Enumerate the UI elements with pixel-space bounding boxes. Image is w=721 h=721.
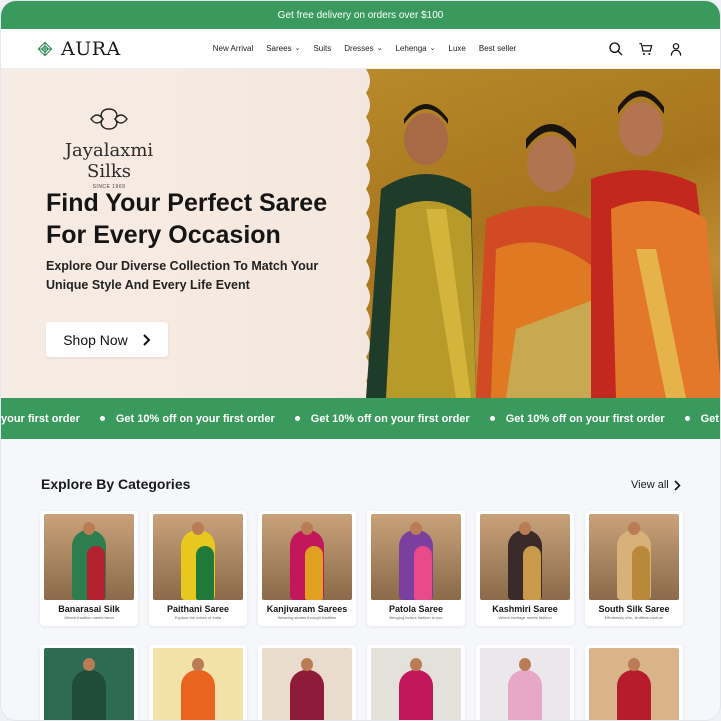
main-header: AURA New Arrival Sarees ⌄ Suits Dresses ⌄ … [1,29,720,69]
page-frame: Get free delivery on orders over $100 AU… [0,0,721,721]
category-card[interactable] [367,645,465,720]
categories-grid: Banarasai Silk Where tradition meets tren… [40,511,685,720]
menu-item-best-seller[interactable]: Best seller [479,44,516,53]
category-image [371,514,461,600]
hero-models-illustration [358,69,720,398]
category-tagline: Bringing India's fashion to you [389,615,443,620]
main-menu: New Arrival Sarees ⌄ Suits Dresses ⌄ Lehen… [213,44,516,53]
category-card[interactable]: Kanjivaram Sarees Weaving stories through… [258,511,356,626]
menu-item-lehenga[interactable]: Lehenga ⌄ [395,44,435,53]
hero-banner: Jayalaxmi Silks SINCE 1969 Find Your Per… [1,69,720,398]
menu-item-luxe[interactable]: Luxe [449,44,466,53]
marquee-item: Get 10% off on your first order [80,413,275,425]
category-card[interactable]: Banarasai Silk Where tradition meets tren… [40,511,138,626]
category-card[interactable]: Kashmiri Saree Where heritage meets fashi… [476,511,574,626]
menu-item-sarees[interactable]: Sarees ⌄ [266,44,300,53]
header-actions [608,41,684,57]
jayalaxmi-emblem-icon [90,108,128,130]
chevron-down-icon: ⌄ [429,45,436,52]
category-image [153,648,243,720]
category-image [262,514,352,600]
menu-item-new-arrival[interactable]: New Arrival [213,44,253,53]
category-image [480,514,570,600]
category-image [371,648,461,720]
category-card[interactable]: South Silk Saree Effortlessly chic, limit… [585,511,683,626]
logo[interactable]: AURA [37,38,121,60]
category-card[interactable] [258,645,356,720]
chevron-right-icon [674,479,681,491]
logo-text: AURA [61,37,121,60]
category-name: Kanjivaram Sarees [266,604,348,614]
category-image [44,514,134,600]
view-all-link[interactable]: View all [631,479,681,491]
marquee-item: Get 10% off on your first order [470,413,665,425]
partner-brand-name: Jayalaxmi Silks [64,140,154,182]
menu-item-dresses[interactable]: Dresses ⌄ [344,44,382,53]
category-card[interactable] [40,645,138,720]
category-tagline: Where heritage meets fashion [498,615,552,620]
category-image [589,514,679,600]
category-tagline: Where tradition meets trend [64,615,114,620]
cart-icon[interactable] [638,41,654,57]
category-name: Patola Saree [388,604,444,614]
promo-bar: Get free delivery on orders over $100 [1,1,720,29]
category-card[interactable]: Paithani Saree Explore the colors of Indi… [149,511,247,626]
category-card[interactable] [476,645,574,720]
category-name: Paithani Saree [166,604,230,614]
category-name: South Silk Saree [598,604,670,614]
hero-title: Find Your Perfect Saree For Every Occasi… [46,189,328,249]
shop-now-button[interactable]: Shop Now [46,322,168,357]
chevron-right-icon [143,333,151,346]
promo-text: Get free delivery on orders over $100 [277,9,444,21]
diamond-logo-icon [37,41,53,56]
marquee-item: Get 10% off on your first order [275,413,470,425]
category-tagline: Explore the colors of India [174,615,222,620]
category-card[interactable] [149,645,247,720]
category-tagline: Weaving stories through tradition [277,615,337,620]
category-image [262,648,352,720]
hero-subtitle: Explore Our Diverse Collection To Match … [46,259,319,292]
marquee-item: Get 10% off [665,413,720,425]
user-icon[interactable] [668,41,684,57]
categories-title: Explore By Categories [41,476,191,492]
category-card[interactable] [585,645,683,720]
category-tagline: Effortlessly chic, limitless couture [604,615,664,620]
category-name: Banarasai Silk [58,604,120,614]
hero-image [358,69,720,398]
offer-marquee: your first order Get 10% off on your fir… [1,398,720,439]
category-card[interactable]: Patola Saree Bringing India's fashion to … [367,511,465,626]
menu-item-suits[interactable]: Suits [313,44,331,53]
chevron-down-icon: ⌄ [376,45,383,52]
category-image [480,648,570,720]
category-name: Kashmiri Saree [492,604,558,614]
category-image [44,648,134,720]
chevron-down-icon: ⌄ [294,45,301,52]
search-icon[interactable] [608,41,624,57]
category-image [589,648,679,720]
partner-brand: Jayalaxmi Silks SINCE 1969 [45,107,173,190]
category-image [153,514,243,600]
marquee-lead: your first order [1,412,80,425]
